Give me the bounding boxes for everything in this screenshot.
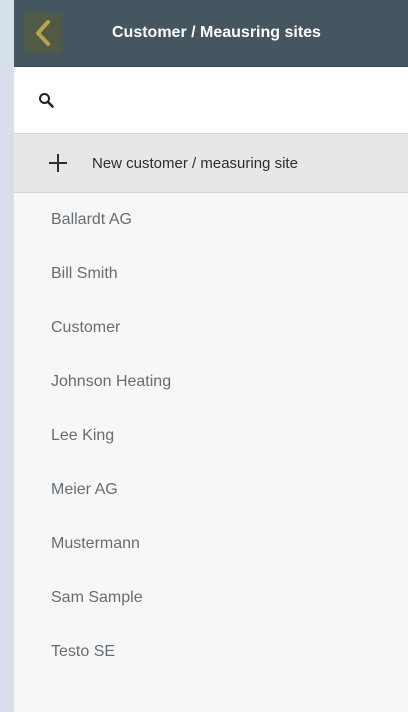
list-item[interactable]: Mustermann	[14, 517, 408, 571]
list-item[interactable]: Customer	[14, 301, 408, 355]
list-item[interactable]: Sam Sample	[14, 571, 408, 625]
app-window: Customer / Meausring sites New customer …	[0, 0, 408, 712]
list-item[interactable]: Ballardt AG	[14, 193, 408, 247]
search-bar	[14, 67, 408, 134]
back-button[interactable]	[24, 13, 62, 53]
header-bar: Customer / Meausring sites	[14, 0, 408, 67]
search-icon[interactable]	[38, 92, 54, 108]
list-item[interactable]: Meier AG	[14, 463, 408, 517]
plus-icon	[48, 153, 68, 173]
list-item[interactable]: Johnson Heating	[14, 355, 408, 409]
list-item[interactable]: Testo SE	[14, 625, 408, 679]
customer-list: Ballardt AG Bill Smith Customer Johnson …	[14, 193, 408, 679]
page-title: Customer / Meausring sites	[112, 24, 321, 41]
search-input[interactable]	[66, 90, 370, 110]
list-item[interactable]: Bill Smith	[14, 247, 408, 301]
new-customer-button[interactable]: New customer / measuring site	[14, 134, 408, 193]
new-customer-label: New customer / measuring site	[92, 154, 298, 172]
list-item[interactable]: Lee King	[14, 409, 408, 463]
chevron-left-icon	[36, 20, 50, 46]
